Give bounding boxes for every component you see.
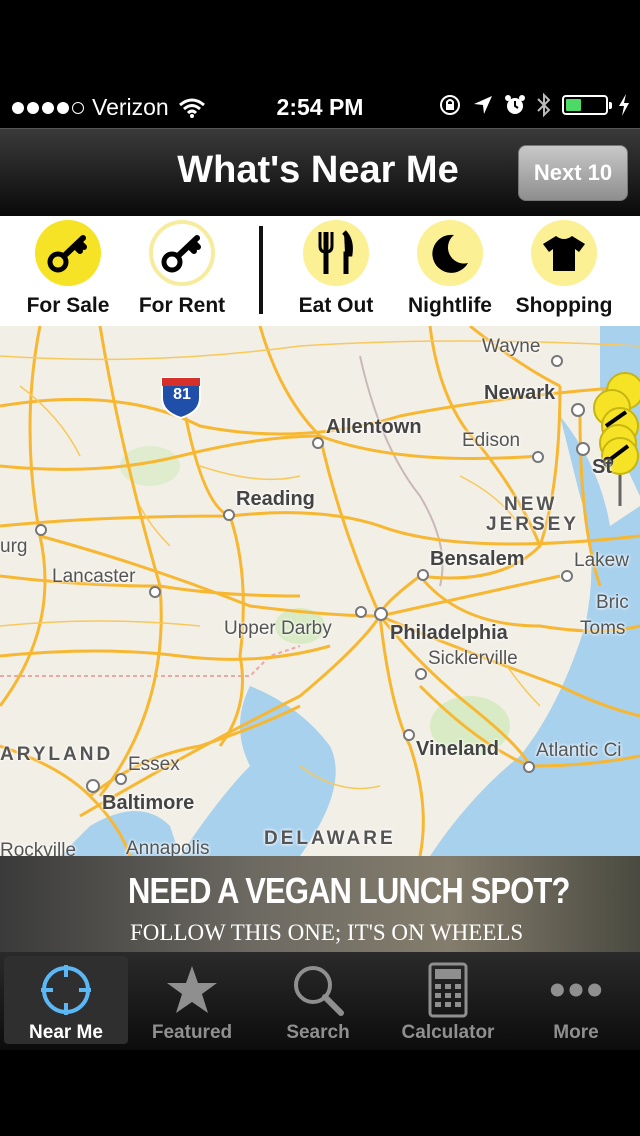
map-label-burg: urg [0, 536, 28, 557]
map-label-brick: Bric [596, 592, 629, 613]
map-label-newark: Newark [484, 382, 556, 404]
tab-label: Near Me [29, 1022, 103, 1043]
map-view[interactable]: 81 Wayne Newark Allentown Edison St Read… [0, 326, 640, 856]
map-label-staten: St [592, 456, 612, 478]
star-icon [164, 964, 220, 1016]
map-label-delaware: DELAWARE [264, 828, 396, 849]
map-label-edison: Edison [462, 430, 521, 451]
tab-label: Search [286, 1022, 350, 1043]
tab-label: Calculator [401, 1022, 495, 1043]
tab-more[interactable]: More [514, 956, 638, 1044]
tab-near-me[interactable]: Near Me [4, 956, 128, 1044]
category-label: Nightlife [408, 294, 492, 317]
category-eat-out[interactable]: Eat Out [276, 216, 396, 326]
ad-headline: NEED A VEGAN LUNCH SPOT? [128, 870, 570, 911]
category-filter-bar: For Sale For Rent Eat Out Nightlife Shop… [0, 216, 640, 326]
charging-bolt-icon [619, 94, 629, 116]
next-10-button[interactable]: Next 10 [518, 145, 628, 201]
bluetooth-icon [537, 92, 551, 118]
calculator-icon [420, 962, 476, 1018]
map-label-toms: Toms [580, 618, 626, 639]
map-label-new-jersey-2: JERSEY [486, 514, 579, 535]
map-label-sicklerville: Sicklerville [428, 648, 518, 669]
map-label-allentown: Allentown [326, 416, 422, 438]
tab-featured[interactable]: Featured [130, 956, 254, 1044]
tab-bar: Near Me Featured Search Calculator More [0, 952, 640, 1050]
category-shopping[interactable]: Shopping [504, 216, 624, 326]
map-pin-cluster-icon [593, 372, 640, 506]
tab-label: More [553, 1022, 599, 1043]
map-label-lakewood: Lakew [574, 550, 629, 571]
map-label-bensalem: Bensalem [430, 548, 525, 570]
category-divider [259, 226, 263, 314]
shirt-icon [531, 220, 597, 286]
magnifier-icon [290, 964, 346, 1016]
category-label: Shopping [515, 294, 613, 317]
moon-icon [417, 220, 483, 286]
map-label-lancaster: Lancaster [52, 566, 136, 587]
navigation-bar: What's Near Me Next 10 [0, 128, 640, 216]
map-label-atlantic-city: Atlantic Ci [536, 740, 622, 761]
tab-search[interactable]: Search [256, 956, 380, 1044]
map-roads-and-water [0, 326, 640, 856]
location-arrow-icon [474, 96, 492, 114]
map-label-wayne: Wayne [482, 336, 541, 357]
category-label: For Rent [138, 294, 226, 317]
category-label: For Sale [26, 294, 110, 317]
category-for-sale[interactable]: For Sale [8, 216, 128, 326]
status-bar: Verizon 2:54 PM [0, 88, 640, 128]
battery-icon [562, 95, 612, 115]
map-label-baltimore: Baltimore [102, 792, 195, 814]
crosshair-icon [38, 964, 94, 1016]
fork-knife-icon [303, 220, 369, 286]
map-label-vineland: Vineland [416, 738, 499, 760]
category-label: Eat Out [298, 294, 374, 317]
alarm-clock-icon [505, 95, 525, 114]
more-dots-icon [548, 964, 604, 1016]
map-label-philadelphia: Philadelphia [390, 622, 508, 644]
category-for-rent[interactable]: For Rent [122, 216, 242, 326]
ad-banner[interactable]: NEED A VEGAN LUNCH SPOT? FOLLOW THIS ONE… [0, 856, 640, 952]
tab-label: Featured [151, 1022, 233, 1043]
map-label-maryland: ARYLAND [0, 744, 114, 765]
map-label-annapolis: Annapolis [126, 838, 210, 856]
map-label-rockville: Rockville [0, 840, 77, 856]
interstate-shield-label: 81 [173, 386, 191, 403]
tab-calculator[interactable]: Calculator [386, 956, 510, 1044]
key-icon [35, 220, 101, 286]
orientation-lock-icon [440, 95, 460, 115]
map-label-new-jersey-1: NEW [504, 494, 558, 515]
key-icon [149, 220, 215, 286]
map-label-upper-darby: Upper Darby [224, 618, 332, 639]
map-label-essex: Essex [128, 754, 180, 775]
map-label-reading: Reading [236, 488, 315, 510]
ad-subline: FOLLOW THIS ONE; IT'S ON WHEELS [130, 920, 524, 945]
category-nightlife[interactable]: Nightlife [390, 216, 510, 326]
